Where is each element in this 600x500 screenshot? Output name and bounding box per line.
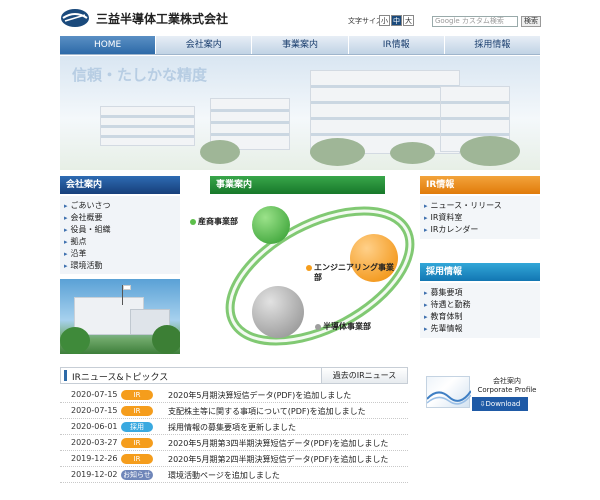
download-pdf-button[interactable]: ⇩Download PDF (472, 397, 528, 422)
news-link[interactable]: 採用情報の募集要項を更新しました (168, 422, 296, 433)
business-diagram: 産商事業部 エンジニアリング事業部 半導体事業部 (190, 176, 415, 351)
semiconductor-circle[interactable] (252, 286, 304, 338)
news-row[interactable]: 2020-07-15 IR 2020年5月期決算短信データ(PDF)を追加しました (60, 388, 408, 403)
hero-title: 信頼・たしかな精度 (72, 66, 208, 84)
hero-banner: 信頼・たしかな精度 (60, 56, 540, 170)
nav-business[interactable]: 事業案内 (251, 36, 347, 54)
recruit-section-title[interactable]: 採用情報 (420, 263, 540, 281)
nav-company[interactable]: 会社案内 (155, 36, 251, 54)
news-date: 2020-07-15 (71, 406, 118, 415)
company-item-environment[interactable]: 環境活動 (64, 260, 180, 272)
sansho-dot-icon (190, 219, 196, 225)
recruit-item-benefits[interactable]: 待遇と勤務 (424, 299, 540, 311)
hero-tree (390, 142, 435, 164)
company-section-title[interactable]: 会社案内 (60, 176, 180, 194)
recruit-item-seniors[interactable]: 先輩情報 (424, 323, 540, 335)
header: 三益半導体工業株式会社 文字サイズ 小 中 大 Google カスタム検索 検索 (0, 0, 600, 36)
news-date: 2020-06-01 (71, 422, 118, 431)
hero-building (100, 106, 195, 146)
news-date: 2020-07-15 (71, 390, 118, 399)
company-item-officers[interactable]: 役員・組織 (64, 224, 180, 236)
font-size-large-button[interactable]: 大 (403, 15, 414, 26)
company-item-overview[interactable]: 会社概要 (64, 212, 180, 224)
sansho-circle[interactable] (252, 206, 290, 244)
ir-item-news[interactable]: ニュース・リリース (424, 200, 540, 212)
news-archive-link[interactable]: 過去のIRニュース (321, 368, 407, 383)
news-date: 2019-12-02 (71, 470, 118, 479)
ir-menu: ニュース・リリース IR資料室 IRカレンダー (420, 196, 540, 239)
news-header-bar (64, 370, 67, 381)
company-menu: ごあいさつ 会社概要 役員・組織 拠点 沿革 環境活動 (60, 196, 180, 274)
news-row[interactable]: 2019-12-26 IR 2020年5月期第2四半期決算短信データ(PDF)を追加… (60, 452, 408, 467)
company-item-history[interactable]: 沿革 (64, 248, 180, 260)
font-size-medium-button[interactable]: 中 (391, 15, 402, 26)
news-link[interactable]: 環境活動ページを追加しました (168, 470, 280, 481)
news-category-badge: 採用 (121, 422, 153, 432)
news-link[interactable]: 支配株主等に関する事項について(PDF)を追加しました (168, 406, 366, 417)
hero-tree (310, 138, 365, 166)
font-size-label: 文字サイズ (348, 17, 383, 25)
company-logo-icon[interactable] (60, 8, 90, 28)
news-link[interactable]: 2020年5月期第3四半期決算短信データ(PDF)を追加しました (168, 438, 388, 449)
company-item-greeting[interactable]: ごあいさつ (64, 200, 180, 212)
search-input[interactable]: Google カスタム検索 (432, 16, 518, 27)
search-button[interactable]: 検索 (521, 16, 541, 27)
company-name[interactable]: 三益半導体工業株式会社 (96, 10, 228, 27)
font-size-small-button[interactable]: 小 (379, 15, 390, 26)
profile-title: 会社案内 Corporate Profile (477, 377, 537, 394)
ir-item-library[interactable]: IR資料室 (424, 212, 540, 224)
news-category-badge: IR (121, 406, 153, 416)
semiconductor-label[interactable]: 半導体事業部 (323, 322, 371, 332)
semiconductor-dot-icon (315, 324, 321, 330)
news-link[interactable]: 2020年5月期決算短信データ(PDF)を追加しました (168, 390, 351, 401)
news-date: 2019-12-26 (71, 454, 118, 463)
recruit-menu: 募集要項 待遇と勤務 教育体制 先輩情報 (420, 283, 540, 338)
news-link[interactable]: 2020年5月期第2四半期決算短信データ(PDF)を追加しました (168, 454, 388, 465)
ir-item-calendar[interactable]: IRカレンダー (424, 224, 540, 236)
sansho-label[interactable]: 産商事業部 (198, 217, 238, 227)
news-category-badge: IR (121, 390, 153, 400)
news-row[interactable]: 2020-03-27 IR 2020年5月期第3四半期決算短信データ(PDF)を追加… (60, 436, 408, 451)
recruit-item-requirements[interactable]: 募集要項 (424, 287, 540, 299)
news-category-badge: IR (121, 454, 153, 464)
wave-icon (426, 390, 472, 405)
nav-ir[interactable]: IR情報 (347, 36, 444, 54)
news-category-badge: IR (121, 438, 153, 448)
news-row[interactable]: 2019-12-02 お知らせ 環境活動ページを追加しました (60, 468, 408, 483)
company-building-photo[interactable] (60, 279, 180, 354)
news-row[interactable]: 2020-07-15 IR 支配株主等に関する事項について(PDF)を追加しました (60, 404, 408, 419)
company-item-locations[interactable]: 拠点 (64, 236, 180, 248)
hero-tree (200, 140, 240, 164)
engineering-label[interactable]: エンジニアリング事業部 (314, 263, 394, 283)
nav-home[interactable]: HOME (60, 36, 156, 54)
recruit-item-training[interactable]: 教育体制 (424, 311, 540, 323)
ir-section-title[interactable]: IR情報 (420, 176, 540, 194)
news-title: IRニュース&トピックス (72, 373, 169, 383)
nav-recruit[interactable]: 採用情報 (443, 36, 540, 54)
news-row[interactable]: 2020-06-01 採用 採用情報の募集要項を更新しました (60, 420, 408, 435)
engineering-dot-icon (306, 265, 312, 271)
news-category-badge: お知らせ (121, 470, 153, 480)
news-date: 2020-03-27 (71, 438, 118, 447)
main-nav: HOME 会社案内 事業案内 IR情報 採用情報 (60, 36, 540, 55)
news-header: IRニュース&トピックス 過去のIRニュース (60, 367, 408, 384)
corporate-profile-image[interactable] (426, 376, 472, 408)
hero-tree (460, 136, 520, 166)
